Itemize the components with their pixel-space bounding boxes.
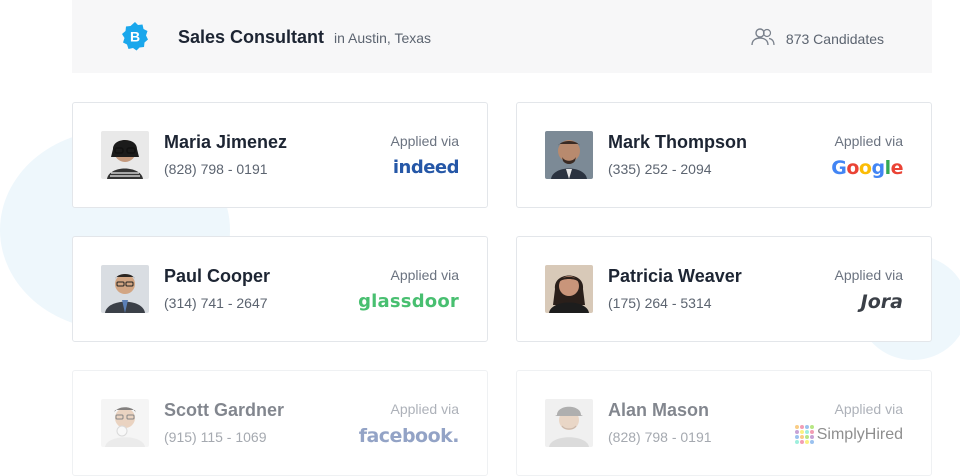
candidate-name[interactable]: Paul Cooper [164,266,270,287]
badge-b-icon: B [120,21,150,51]
avatar [101,399,149,447]
candidate-name[interactable]: Alan Mason [608,400,709,421]
simplyhired-label: SimplyHired [816,425,903,443]
candidate-card-alan-mason[interactable]: Alan Mason (828) 798 - 0191 Applied via … [516,370,932,476]
applied-via-label: Applied via [390,267,460,283]
svg-text:B: B [130,29,140,45]
candidate-count[interactable]: 873 Candidates [750,27,884,50]
candidate-card-paul-cooper[interactable]: Paul Cooper (314) 741 - 2647 Applied via… [72,236,488,342]
avatar [101,265,149,313]
candidate-phone: (314) 741 - 2647 [164,295,268,311]
candidate-name[interactable]: Mark Thompson [608,132,747,153]
candidate-phone: (335) 252 - 2094 [608,161,712,177]
candidate-name[interactable]: Patricia Weaver [608,266,742,287]
candidate-phone: (828) 798 - 0191 [608,429,712,445]
candidate-card-patricia-weaver[interactable]: Patricia Weaver (175) 264 - 5314 Applied… [516,236,932,342]
glassdoor-logo: glassdoor [358,291,459,312]
applied-via-label: Applied via [834,401,904,417]
job-header: B Sales Consultant in Austin, Texas 873 … [72,0,932,73]
applied-via-label: Applied via [390,401,460,417]
applied-via-label: Applied via [834,267,904,283]
job-title: Sales Consultant [178,27,325,47]
candidate-card-maria-jimenez[interactable]: Maria Jimenez (828) 798 - 0191 Applied v… [72,102,488,208]
avatar [545,265,593,313]
jora-logo: Jora [860,291,903,313]
google-logo: Google [831,157,903,179]
candidate-name[interactable]: Scott Gardner [164,400,284,421]
users-icon [750,27,776,50]
candidate-phone: (828) 798 - 0191 [164,161,268,177]
simplyhired-logo: SimplyHired [794,425,903,444]
indeed-logo: indeed [392,157,460,178]
simplyhired-dots-icon [794,425,814,444]
applied-via-label: Applied via [834,133,904,149]
job-location: in Austin, Texas [334,30,432,46]
candidate-card-mark-thompson[interactable]: Mark Thompson (335) 252 - 2094 Applied v… [516,102,932,208]
applied-via-label: Applied via [390,133,460,149]
candidate-card-scott-gardner[interactable]: Scott Gardner (915) 115 - 1069 Applied v… [72,370,488,476]
facebook-logo: facebook. [358,425,460,447]
candidate-phone: (175) 264 - 5314 [608,295,712,311]
candidate-count-label: 873 Candidates [785,30,884,47]
avatar [545,131,593,179]
candidate-name[interactable]: Maria Jimenez [164,132,287,153]
avatar [545,399,593,447]
avatar [101,131,149,179]
candidate-phone: (915) 115 - 1069 [164,429,267,445]
